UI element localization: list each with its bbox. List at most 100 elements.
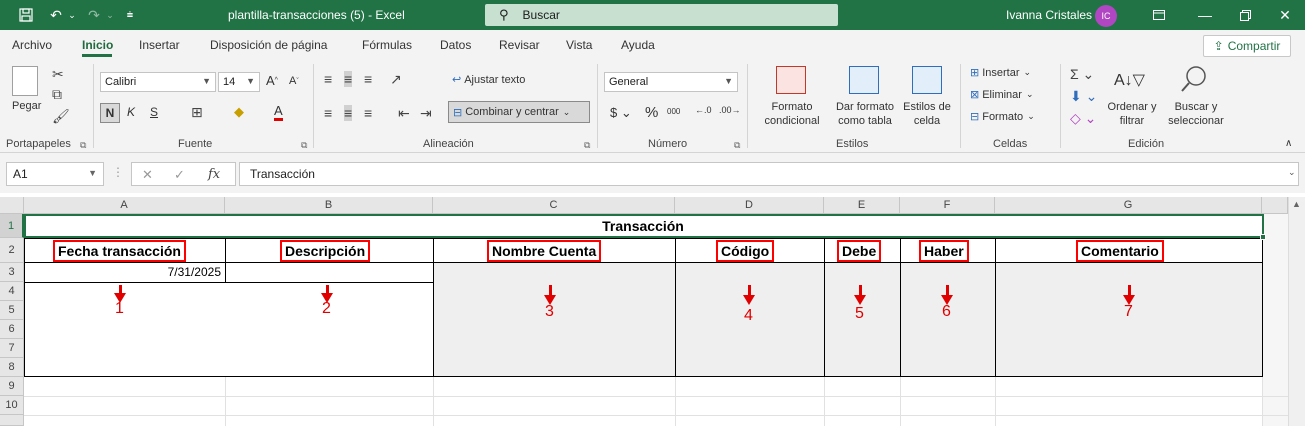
row-header-6[interactable]: 6 bbox=[0, 320, 24, 339]
row-header-8[interactable]: 8 bbox=[0, 358, 24, 377]
user-name[interactable]: Ivanna Cristales bbox=[1006, 8, 1092, 22]
row-header-3[interactable]: 3 bbox=[0, 263, 24, 282]
select-all-corner[interactable] bbox=[0, 197, 24, 214]
search-box[interactable]: ⚲ Buscar bbox=[485, 4, 838, 26]
row-header-10[interactable]: 10 bbox=[0, 396, 24, 415]
customize-toolbar-icon[interactable]: ⩧ bbox=[122, 0, 138, 30]
tab-archivo[interactable]: Archivo bbox=[12, 38, 52, 52]
paste-button[interactable]: Pegar bbox=[12, 100, 41, 112]
autosum-icon[interactable]: Σ ⌄ bbox=[1070, 66, 1094, 83]
column-header-h[interactable] bbox=[1262, 197, 1288, 214]
scroll-up-icon[interactable]: ▲ bbox=[1292, 199, 1301, 209]
header-nombre-cuenta[interactable]: Nombre Cuenta bbox=[487, 240, 602, 262]
header-fecha-transaccion[interactable]: Fecha transacción bbox=[53, 240, 186, 262]
undo-dropdown-icon[interactable]: ⌄ bbox=[66, 0, 78, 30]
collapse-ribbon-icon[interactable]: ∧ bbox=[1285, 138, 1292, 149]
font-color-icon[interactable]: A bbox=[274, 103, 283, 121]
thousands-icon[interactable]: 000 bbox=[667, 107, 680, 116]
number-format-select[interactable]: General ▼ bbox=[604, 72, 738, 92]
cut-icon[interactable]: ✂ bbox=[52, 66, 64, 83]
column-header-d[interactable]: D bbox=[675, 197, 824, 214]
conditional-format-icon[interactable] bbox=[776, 66, 806, 94]
clipboard-launcher-icon[interactable]: ⧉ bbox=[80, 140, 86, 151]
column-header-f[interactable]: F bbox=[900, 197, 995, 214]
tab-insertar[interactable]: Insertar bbox=[139, 38, 180, 52]
avatar[interactable]: IC bbox=[1095, 5, 1117, 27]
tab-formulas[interactable]: Fórmulas bbox=[362, 38, 412, 52]
header-debe[interactable]: Debe bbox=[837, 240, 882, 262]
enter-formula-icon[interactable]: ✓ bbox=[174, 167, 185, 183]
formula-input[interactable]: Transacción bbox=[239, 162, 1299, 186]
decrease-font-icon[interactable]: Aˇ bbox=[289, 75, 299, 87]
format-table-button[interactable]: Dar formato como tabla bbox=[830, 100, 900, 128]
save-icon[interactable] bbox=[16, 0, 36, 30]
cancel-formula-icon[interactable]: ✕ bbox=[142, 167, 153, 183]
row-header-5[interactable]: 5 bbox=[0, 301, 24, 320]
align-right-icon[interactable]: ≡ bbox=[364, 105, 372, 121]
increase-decimal-icon[interactable]: ←.0 bbox=[695, 105, 712, 115]
format-cells-button[interactable]: ⊟ Formato ⌄ bbox=[970, 110, 1035, 124]
column-header-b[interactable]: B bbox=[225, 197, 433, 214]
column-header-c[interactable]: C bbox=[433, 197, 675, 214]
align-top-icon[interactable]: ≡ bbox=[324, 71, 332, 87]
align-left-icon[interactable]: ≡ bbox=[324, 105, 332, 121]
format-painter-icon[interactable]: 🖌 bbox=[52, 108, 70, 125]
underline-button[interactable]: S bbox=[150, 105, 158, 119]
copy-icon[interactable]: ⧉ bbox=[52, 86, 62, 103]
insert-cells-button[interactable]: ⊞ Insertar ⌄ bbox=[970, 66, 1031, 80]
font-name-select[interactable]: Calibri ▼ bbox=[100, 72, 216, 92]
tab-ayuda[interactable]: Ayuda bbox=[621, 38, 655, 52]
row-header-11[interactable] bbox=[0, 415, 24, 426]
header-descripcion[interactable]: Descripción bbox=[280, 240, 371, 262]
currency-icon[interactable]: $ ⌄ bbox=[610, 105, 632, 121]
row-header-9[interactable]: 9 bbox=[0, 377, 24, 396]
column-header-e[interactable]: E bbox=[824, 197, 900, 214]
redo-dropdown-icon[interactable]: ⌄ bbox=[104, 0, 116, 30]
number-launcher-icon[interactable]: ⧉ bbox=[734, 140, 740, 151]
cell-a1-title[interactable]: Transacción bbox=[24, 215, 1262, 237]
italic-button[interactable]: K bbox=[127, 105, 135, 119]
conditional-format-button[interactable]: Formato condicional bbox=[756, 100, 828, 128]
expand-formula-bar-icon[interactable]: ⌄ bbox=[1288, 167, 1296, 178]
vertical-scrollbar[interactable]: ▲ bbox=[1288, 197, 1305, 426]
row-header-4[interactable]: 4 bbox=[0, 282, 24, 301]
header-codigo[interactable]: Código bbox=[716, 240, 775, 262]
merge-center-button[interactable]: ⊟ Combinar y centrar ⌄ bbox=[448, 101, 590, 123]
align-center-icon[interactable]: ≡ bbox=[344, 105, 353, 121]
alignment-launcher-icon[interactable]: ⧉ bbox=[584, 140, 590, 151]
tab-disposicion[interactable]: Disposición de página bbox=[210, 38, 327, 52]
insert-function-icon[interactable]: fx bbox=[208, 167, 220, 182]
fill-color-icon[interactable]: ◆ bbox=[234, 104, 244, 120]
cell-a3-date[interactable]: 7/31/2025 bbox=[24, 263, 224, 282]
cell-styles-icon[interactable] bbox=[912, 66, 942, 94]
increase-indent-icon[interactable]: ⇥ bbox=[420, 105, 432, 122]
format-table-icon[interactable] bbox=[849, 66, 879, 94]
percent-icon[interactable]: % bbox=[645, 104, 658, 121]
font-launcher-icon[interactable]: ⧉ bbox=[301, 140, 307, 151]
header-comentario[interactable]: Comentario bbox=[1076, 240, 1164, 262]
increase-font-icon[interactable]: A ^ bbox=[266, 73, 278, 88]
row-header-7[interactable]: 7 bbox=[0, 339, 24, 358]
font-size-select[interactable]: 14 ▼ bbox=[218, 72, 260, 92]
name-box[interactable]: A1 ▼ bbox=[6, 162, 104, 186]
find-select-icon[interactable] bbox=[1180, 64, 1208, 94]
cell-styles-button[interactable]: Estilos de celda bbox=[900, 100, 954, 128]
header-haber[interactable]: Haber bbox=[919, 240, 969, 262]
formula-bar-splitter-icon[interactable]: ⋮ bbox=[112, 165, 124, 179]
tab-vista[interactable]: Vista bbox=[566, 38, 592, 52]
orientation-icon[interactable]: ↗ bbox=[390, 71, 402, 88]
spreadsheet-grid[interactable]: A B C D E F G 1 2 3 4 5 6 7 8 9 10 Trans… bbox=[0, 197, 1305, 426]
clear-icon[interactable]: ◇ ⌄ bbox=[1070, 110, 1096, 127]
tab-inicio[interactable]: Inicio bbox=[82, 38, 113, 52]
sort-filter-button[interactable]: Ordenar y filtrar bbox=[1104, 100, 1160, 128]
share-button[interactable]: ⇪ Compartir bbox=[1203, 35, 1291, 57]
row-header-1[interactable]: 1 bbox=[0, 214, 24, 238]
bold-button[interactable]: N bbox=[100, 103, 120, 123]
sort-filter-icon[interactable]: A↓▽ bbox=[1114, 70, 1145, 90]
delete-cells-button[interactable]: ⊠ Eliminar ⌄ bbox=[970, 88, 1034, 102]
borders-icon[interactable]: ⊞ bbox=[191, 104, 203, 121]
tab-datos[interactable]: Datos bbox=[440, 38, 471, 52]
decrease-indent-icon[interactable]: ⇤ bbox=[398, 105, 410, 122]
fill-handle[interactable] bbox=[1260, 234, 1266, 240]
column-header-a[interactable]: A bbox=[24, 197, 225, 214]
